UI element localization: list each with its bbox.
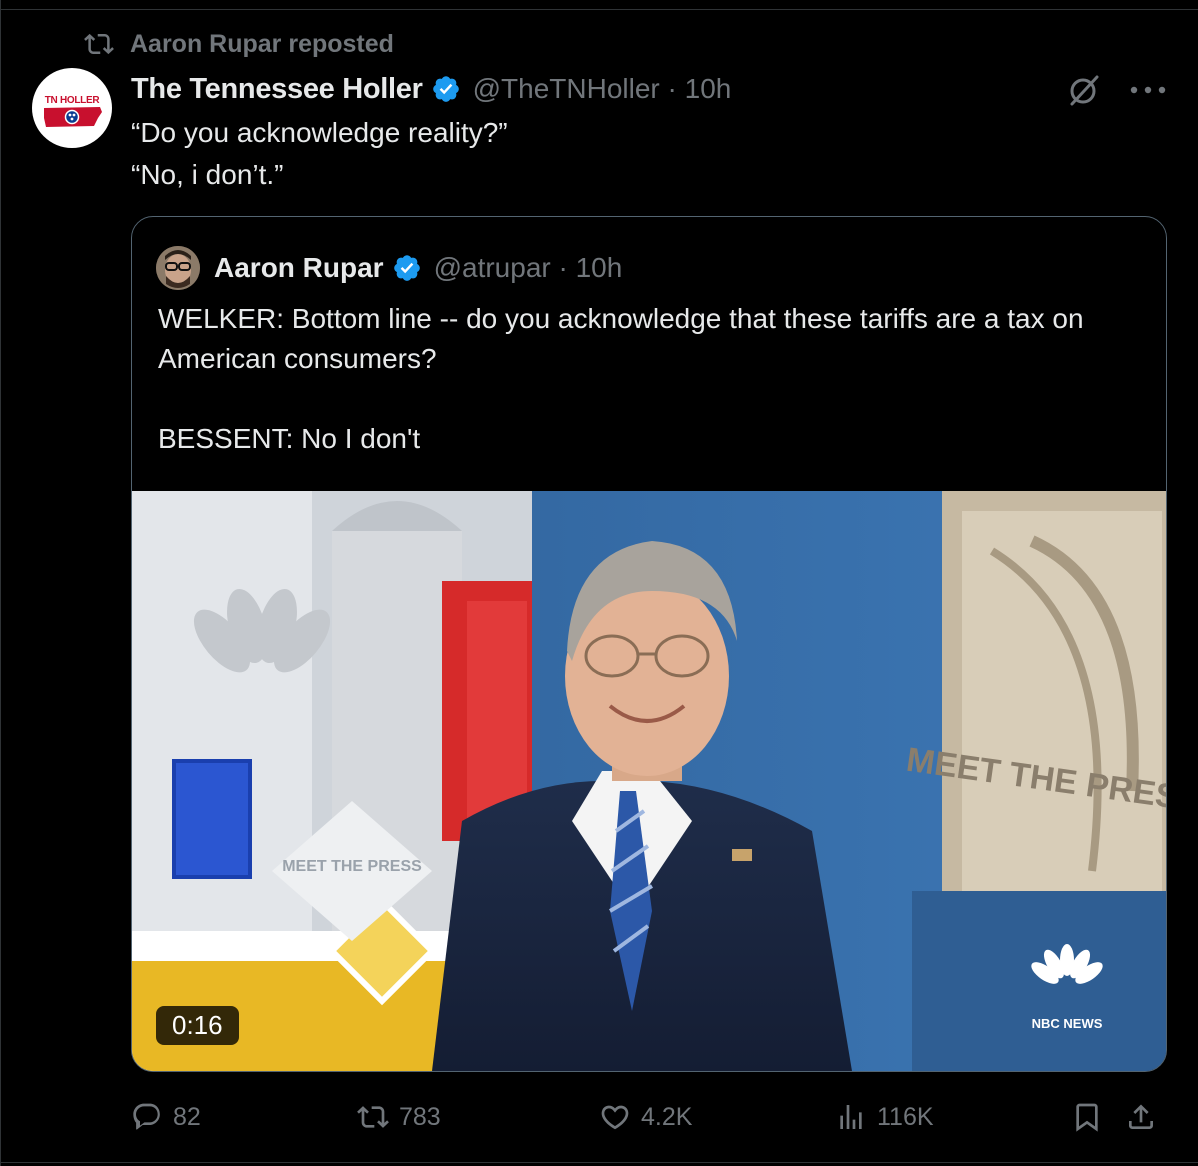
set-logo-left: MEET THE PRESS <box>282 858 422 875</box>
reply-icon <box>133 1103 160 1130</box>
quoted-tweet-text: WELKER: Bottom line -- do you acknowledg… <box>158 303 1084 454</box>
video-thumbnail: MEET THE PRESS MEET THE PRESS NBC NEWS <box>132 491 1166 1071</box>
video-duration: 0:16 <box>156 1006 239 1045</box>
top-divider <box>0 0 1198 10</box>
quoted-tweet[interactable]: Aaron Rupar @atrupar · 10h WELKER: Botto… <box>131 216 1167 1072</box>
like-button[interactable]: 4.2K <box>599 1095 692 1139</box>
video-player[interactable]: MEET THE PRESS MEET THE PRESS NBC NEWS 0… <box>132 491 1166 1071</box>
quoted-author-handle-time: @atrupar · 10h <box>433 252 623 283</box>
avatar-logo-text: TN HOLLER <box>44 95 100 106</box>
tweet-text-line-1: “Do you acknowledge reality?” <box>131 117 508 148</box>
reply-button[interactable]: 82 <box>131 1095 201 1139</box>
repost-label: Aaron Rupar reposted <box>130 29 394 58</box>
views-chart-icon <box>840 1105 862 1129</box>
repost-button[interactable]: 783 <box>357 1095 441 1139</box>
tweet-text: “Do you acknowledge reality?” “No, i don… <box>131 112 508 196</box>
author-name[interactable]: The Tennessee Holler <box>131 73 423 106</box>
view-count: 116K <box>877 1102 934 1131</box>
quoted-verified-badge-icon <box>393 255 420 281</box>
repost-context[interactable]: Aaron Rupar reposted <box>82 28 394 60</box>
heart-icon <box>601 1105 629 1130</box>
repost-action-icon <box>357 1106 389 1128</box>
tweet-action-bar: 82 783 4.2K 116K <box>131 1095 1171 1139</box>
bookmark-icon <box>1076 1103 1098 1132</box>
left-border <box>0 0 1 1166</box>
verified-badge-icon[interactable] <box>431 74 461 104</box>
quoted-tweet-header: Aaron Rupar @atrupar · 10h <box>156 246 623 290</box>
tweet-header: The Tennessee Holler @TheTNHoller · 10h <box>131 70 731 108</box>
like-count: 4.2K <box>641 1102 693 1131</box>
more-options-icon[interactable] <box>1128 84 1168 96</box>
quoted-author-avatar <box>156 246 200 290</box>
author-avatar[interactable]: TN HOLLER <box>32 68 112 148</box>
repost-count: 783 <box>399 1102 441 1131</box>
reply-count: 82 <box>173 1102 201 1131</box>
grok-icon[interactable] <box>1066 72 1102 108</box>
quoted-author-name[interactable]: Aaron Rupar <box>214 252 384 284</box>
bottom-divider <box>0 1162 1198 1163</box>
network-label: NBC NEWS <box>1032 1016 1103 1031</box>
tweet-text-line-2: “No, i don’t.” <box>131 159 284 190</box>
repost-icon <box>84 33 114 55</box>
share-icon <box>1129 1104 1153 1129</box>
tennessee-flag-logo <box>44 107 102 127</box>
bookmark-button[interactable] <box>1071 1095 1103 1139</box>
share-button[interactable] <box>1125 1095 1157 1139</box>
tweet-top-actions <box>1066 72 1168 108</box>
views-button[interactable]: 116K <box>835 1095 934 1139</box>
author-handle-time[interactable]: @TheTNHoller · 10h <box>473 73 732 105</box>
